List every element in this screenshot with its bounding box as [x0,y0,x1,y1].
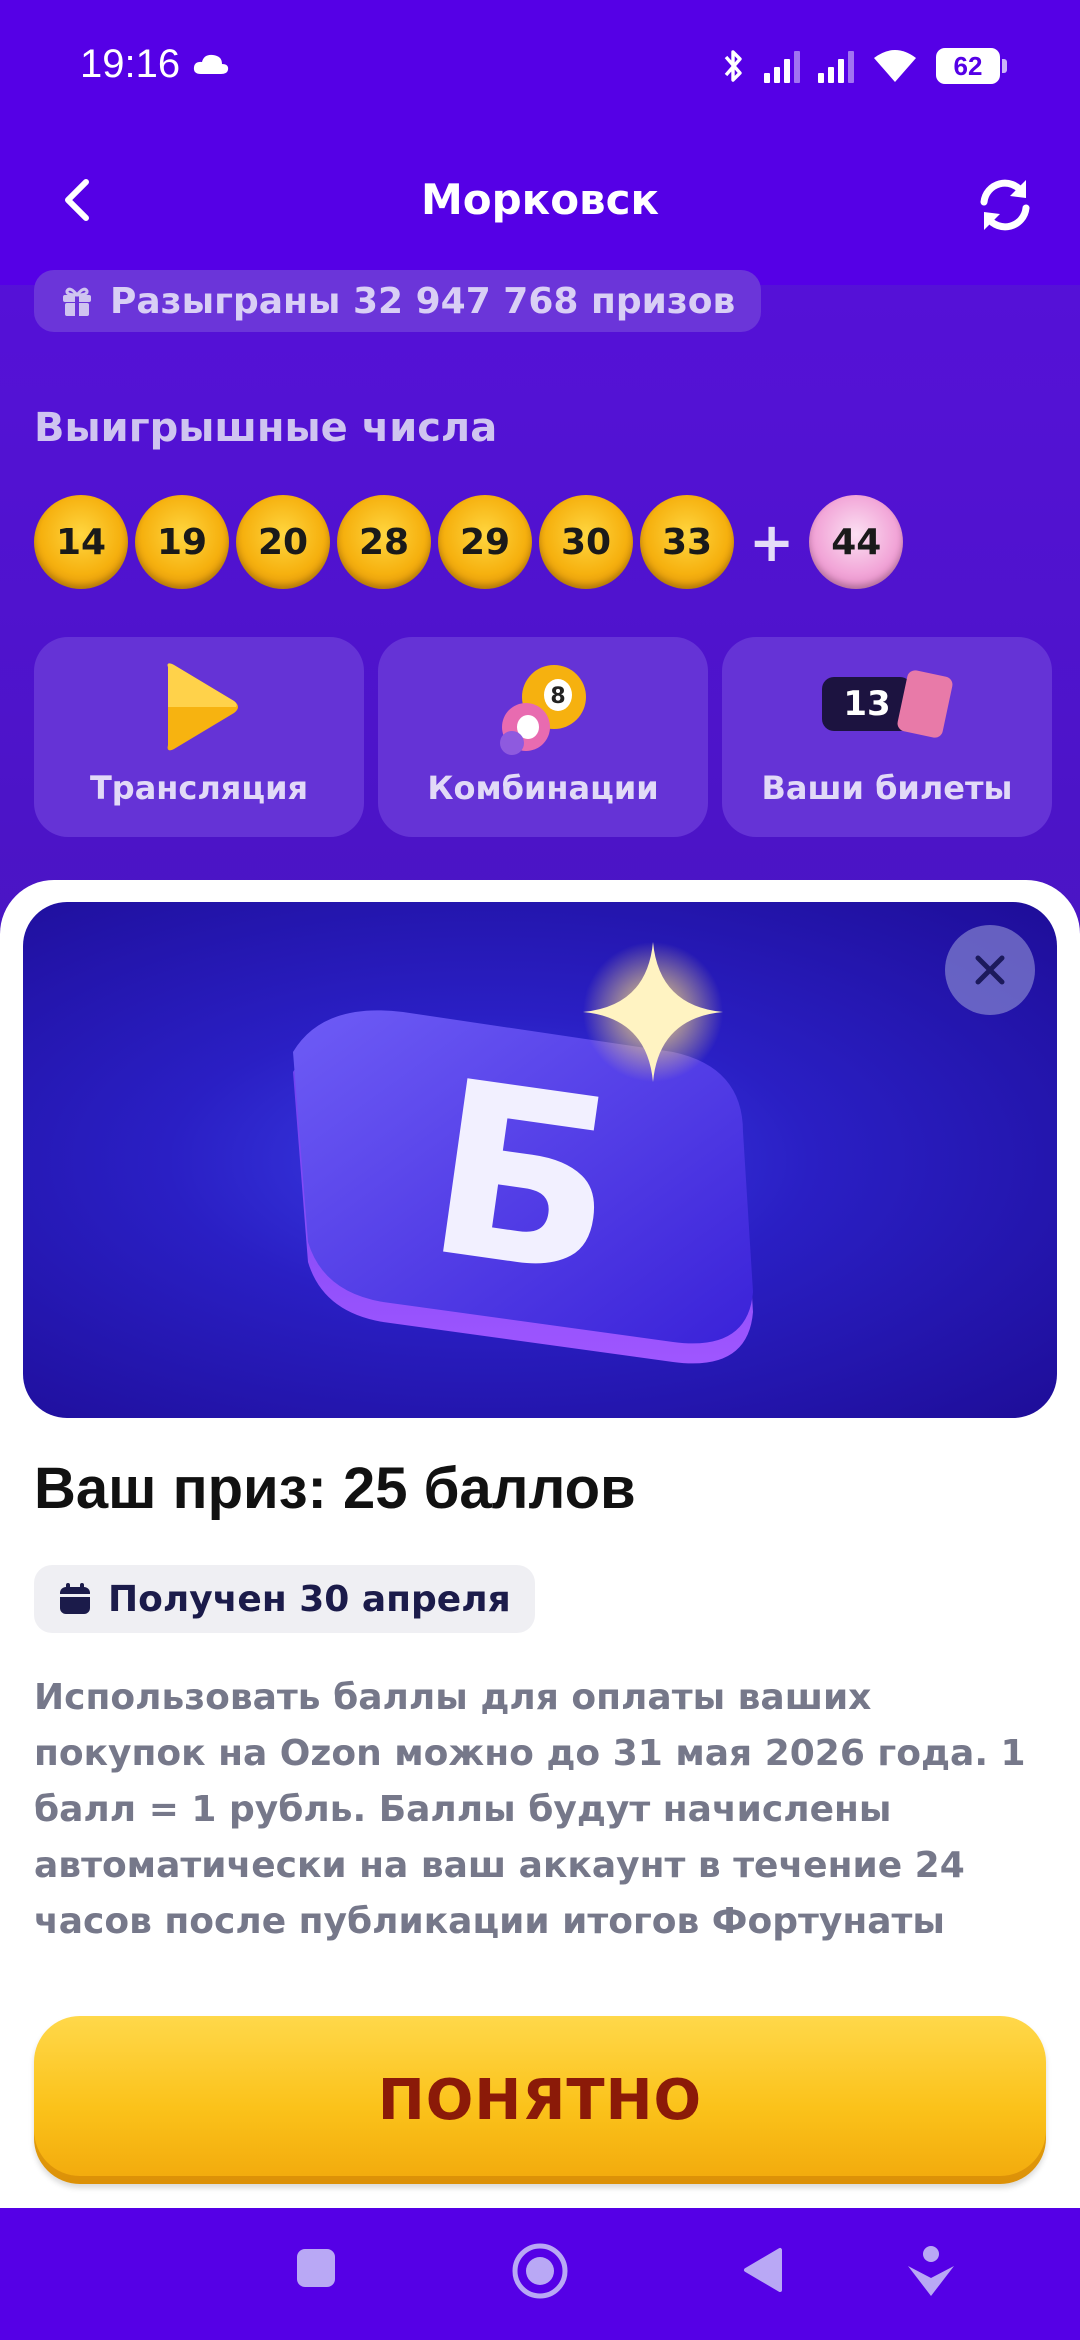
number-ball: 19 [135,495,229,589]
prize-description: Использовать баллы для оплаты ваших поку… [34,1677,1026,1942]
refresh-icon[interactable] [970,170,1040,240]
broadcast-label: Трансляция [89,769,309,807]
prize-bottom-sheet: Б Ваш приз: 25 баллов Получен 30 апреля … [0,880,1080,2208]
battery-indicator: 62 [936,48,1007,84]
calendar-icon [60,1583,90,1614]
gift-icon [63,287,91,316]
winning-numbers: 14 19 20 28 29 30 33 + 44 [34,495,904,589]
wifi-icon [874,50,916,82]
bluetooth-icon [724,50,742,82]
tickets-icon: 13 [822,668,954,740]
plus-sign: + [749,510,795,574]
hero-letter: Б [413,1028,633,1331]
your-tickets-button[interactable]: 13 Ваши билеты [722,637,1052,837]
svg-text:8: 8 [550,684,565,709]
status-time: 19:16 [80,42,181,86]
prize-title: Ваш приз: 25 баллов [34,1456,636,1521]
number-ball: 30 [539,495,633,589]
signal-icon-2 [818,49,854,83]
bonus-points-illustration: Б [23,902,1057,1418]
status-bar: 19:16 62 [0,0,1080,130]
bonus-card-icon: Б [293,942,753,1364]
recent-apps-icon[interactable] [294,2246,338,2290]
accessibility-icon[interactable] [906,2244,956,2298]
winning-numbers-title: Выигрышные числа [34,405,498,451]
home-icon[interactable] [511,2242,569,2300]
number-ball: 28 [337,495,431,589]
number-ball: 29 [438,495,532,589]
back-nav-icon[interactable] [740,2246,784,2294]
draw-actions: Трансляция 8 Комбинации 13 Ваши билеты [34,637,1052,837]
lottery-balls-icon: 8 [500,665,586,755]
broadcast-button[interactable]: Трансляция [34,637,364,837]
number-ball: 14 [34,495,128,589]
confirm-button[interactable]: ПОНЯТНО [34,2016,1046,2184]
prizes-played-badge: Разыграны 32 947 768 призов [34,270,762,332]
cloud-icon [193,54,229,74]
prizes-played-text: Разыграны 32 947 768 призов [110,280,736,322]
system-nav-bar [0,2208,1080,2340]
received-date-text: Получен 30 апреля [108,1578,511,1620]
your-tickets-label: Ваши билеты [761,769,1013,807]
play-icon [167,663,238,751]
status-icons: 62 [722,44,1007,88]
close-button[interactable] [945,925,1035,1015]
combinations-button[interactable]: 8 Комбинации [378,637,708,837]
bonus-number-ball: 44 [809,495,904,589]
combinations-label: Комбинации [427,769,659,807]
close-icon [975,955,1005,985]
number-ball: 20 [236,495,330,589]
page-title: Морковск [420,175,660,224]
number-ball: 33 [640,495,734,589]
top-app-bar: Морковск [0,130,1080,285]
received-date-badge: Получен 30 апреля [34,1565,535,1633]
signal-icon [764,49,800,83]
